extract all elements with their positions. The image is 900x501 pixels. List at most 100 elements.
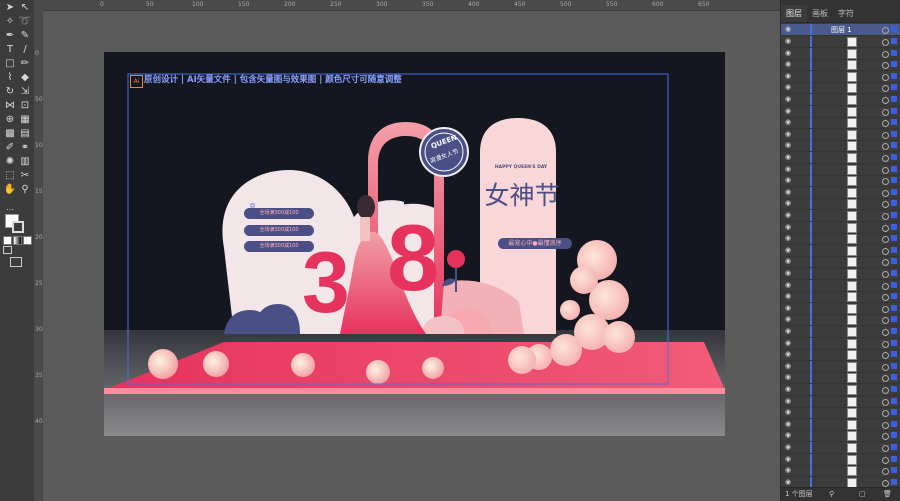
paintbrush-tool-icon[interactable]: ✏ [18, 58, 32, 70]
sublayer-row[interactable]: ◉ [781, 349, 900, 362]
visibility-eye-icon[interactable]: ◉ [785, 409, 793, 416]
selection-indicator[interactable] [891, 165, 897, 172]
sublayer-row[interactable]: ◉ [781, 59, 900, 72]
visibility-eye-icon[interactable]: ◉ [785, 328, 793, 335]
selection-indicator[interactable] [891, 293, 897, 300]
sublayer-row[interactable]: ◉ [781, 407, 900, 420]
visibility-eye-icon[interactable]: ◉ [785, 130, 793, 137]
visibility-eye-icon[interactable]: ◉ [785, 107, 793, 114]
eraser-tool-icon[interactable]: ◆ [18, 72, 32, 84]
slice-tool-icon[interactable]: ✂ [18, 170, 32, 182]
selection-indicator[interactable] [891, 142, 897, 149]
selection-indicator[interactable] [891, 200, 897, 207]
target-circle-icon[interactable] [882, 456, 889, 464]
target-circle-icon[interactable] [882, 189, 889, 197]
target-circle-icon[interactable] [882, 271, 889, 278]
visibility-eye-icon[interactable]: ◉ [785, 351, 793, 358]
selection-indicator[interactable] [891, 455, 897, 462]
target-circle-icon[interactable] [882, 294, 889, 302]
color-mode-button[interactable] [3, 236, 12, 245]
visibility-eye-icon[interactable]: ◉ [785, 432, 793, 439]
shape-builder-tool-icon[interactable]: ⊕ [3, 114, 17, 126]
visibility-eye-icon[interactable]: ◉ [785, 270, 793, 277]
width-tool-icon[interactable]: ⋈ [3, 100, 17, 112]
visibility-eye-icon[interactable]: ◉ [785, 212, 793, 219]
target-circle-icon[interactable] [882, 479, 889, 487]
artboard-tool-icon[interactable]: ⬚ [3, 170, 17, 182]
selection-indicator[interactable] [891, 270, 897, 276]
selection-indicator[interactable] [891, 49, 897, 56]
target-circle-icon[interactable] [882, 433, 889, 441]
delete-layer-icon[interactable]: 🗑 [883, 488, 892, 501]
sublayer-row[interactable]: ◉ [781, 314, 900, 327]
sublayer-row[interactable]: ◉ [781, 117, 900, 130]
selection-indicator[interactable] [891, 374, 897, 381]
visibility-eye-icon[interactable]: ◉ [785, 386, 793, 393]
visibility-eye-icon[interactable]: ◉ [785, 258, 793, 265]
target-circle-icon[interactable] [882, 329, 889, 336]
sublayer-row[interactable]: ◉ [781, 82, 900, 95]
target-circle-icon[interactable] [882, 108, 889, 116]
sublayer-row[interactable]: ◉ [781, 418, 900, 431]
target-circle-icon[interactable] [882, 317, 889, 325]
selection-indicator[interactable] [891, 397, 897, 404]
gradient-mode-button[interactable] [13, 236, 22, 245]
selection-indicator[interactable] [891, 188, 897, 195]
screen-mode-icon[interactable] [10, 257, 22, 267]
sublayer-row[interactable]: ◉ [781, 175, 900, 188]
selection-indicator[interactable] [891, 26, 897, 32]
selection-indicator[interactable] [891, 281, 897, 288]
selection-indicator[interactable] [891, 351, 897, 358]
visibility-eye-icon[interactable]: ◉ [785, 119, 793, 126]
lasso-tool-icon[interactable]: ➰ [18, 16, 32, 28]
visibility-eye-icon[interactable]: ◉ [785, 142, 793, 149]
sublayer-row[interactable]: ◉ [781, 198, 900, 211]
sublayer-row[interactable]: ◉ [781, 291, 900, 304]
sublayer-row[interactable]: ◉ [781, 256, 900, 269]
selection-indicator[interactable] [891, 258, 897, 265]
selection-indicator[interactable] [891, 38, 897, 44]
visibility-eye-icon[interactable]: ◉ [785, 293, 793, 300]
selection-indicator[interactable] [891, 72, 897, 79]
selection-indicator[interactable] [891, 386, 897, 392]
target-circle-icon[interactable] [882, 259, 889, 267]
horizontal-ruler[interactable]: 0 50 100 150 200 250 300 350 400 450 500… [34, 0, 780, 11]
sublayer-row[interactable]: ◉ [781, 302, 900, 315]
sublayer-row[interactable]: ◉ [781, 465, 900, 478]
selection-indicator[interactable] [891, 304, 897, 311]
visibility-eye-icon[interactable]: ◉ [785, 339, 793, 346]
target-circle-icon[interactable] [882, 166, 889, 174]
visibility-eye-icon[interactable]: ◉ [785, 96, 793, 103]
selection-indicator[interactable] [891, 154, 897, 160]
target-circle-icon[interactable] [882, 143, 889, 151]
target-circle-icon[interactable] [882, 131, 889, 139]
visibility-eye-icon[interactable]: ◉ [785, 420, 793, 427]
target-circle-icon[interactable] [882, 305, 889, 313]
sublayer-row[interactable]: ◉ [781, 105, 900, 118]
selection-indicator[interactable] [891, 467, 897, 474]
scale-tool-icon[interactable]: ⇲ [18, 86, 32, 98]
visibility-eye-icon[interactable]: ◉ [785, 478, 793, 485]
layer-row-top[interactable]: ◉ 图层 1 [781, 24, 900, 36]
selection-indicator[interactable] [891, 119, 897, 126]
target-circle-icon[interactable] [882, 155, 889, 162]
selection-indicator[interactable] [891, 362, 897, 369]
tab-character[interactable]: 字符 [833, 5, 859, 22]
target-circle-icon[interactable] [882, 282, 889, 290]
selection-indicator[interactable] [891, 96, 897, 102]
visibility-eye-icon[interactable]: ◉ [785, 26, 793, 33]
sublayer-row[interactable]: ◉ [781, 70, 900, 83]
type-tool-icon[interactable]: T [3, 44, 17, 56]
selection-indicator[interactable] [891, 444, 897, 450]
visibility-eye-icon[interactable]: ◉ [785, 397, 793, 404]
sublayer-row[interactable]: ◉ [781, 384, 900, 396]
target-circle-icon[interactable] [882, 363, 889, 371]
visibility-eye-icon[interactable]: ◉ [785, 188, 793, 195]
target-circle-icon[interactable] [882, 62, 889, 70]
search-icon[interactable]: ⚲ [829, 488, 834, 501]
visibility-eye-icon[interactable]: ◉ [785, 246, 793, 253]
target-circle-icon[interactable] [882, 352, 889, 360]
draw-normal-icon[interactable] [3, 246, 12, 254]
sublayer-row[interactable]: ◉ [781, 326, 900, 338]
perspective-grid-tool-icon[interactable]: ▦ [18, 114, 32, 126]
